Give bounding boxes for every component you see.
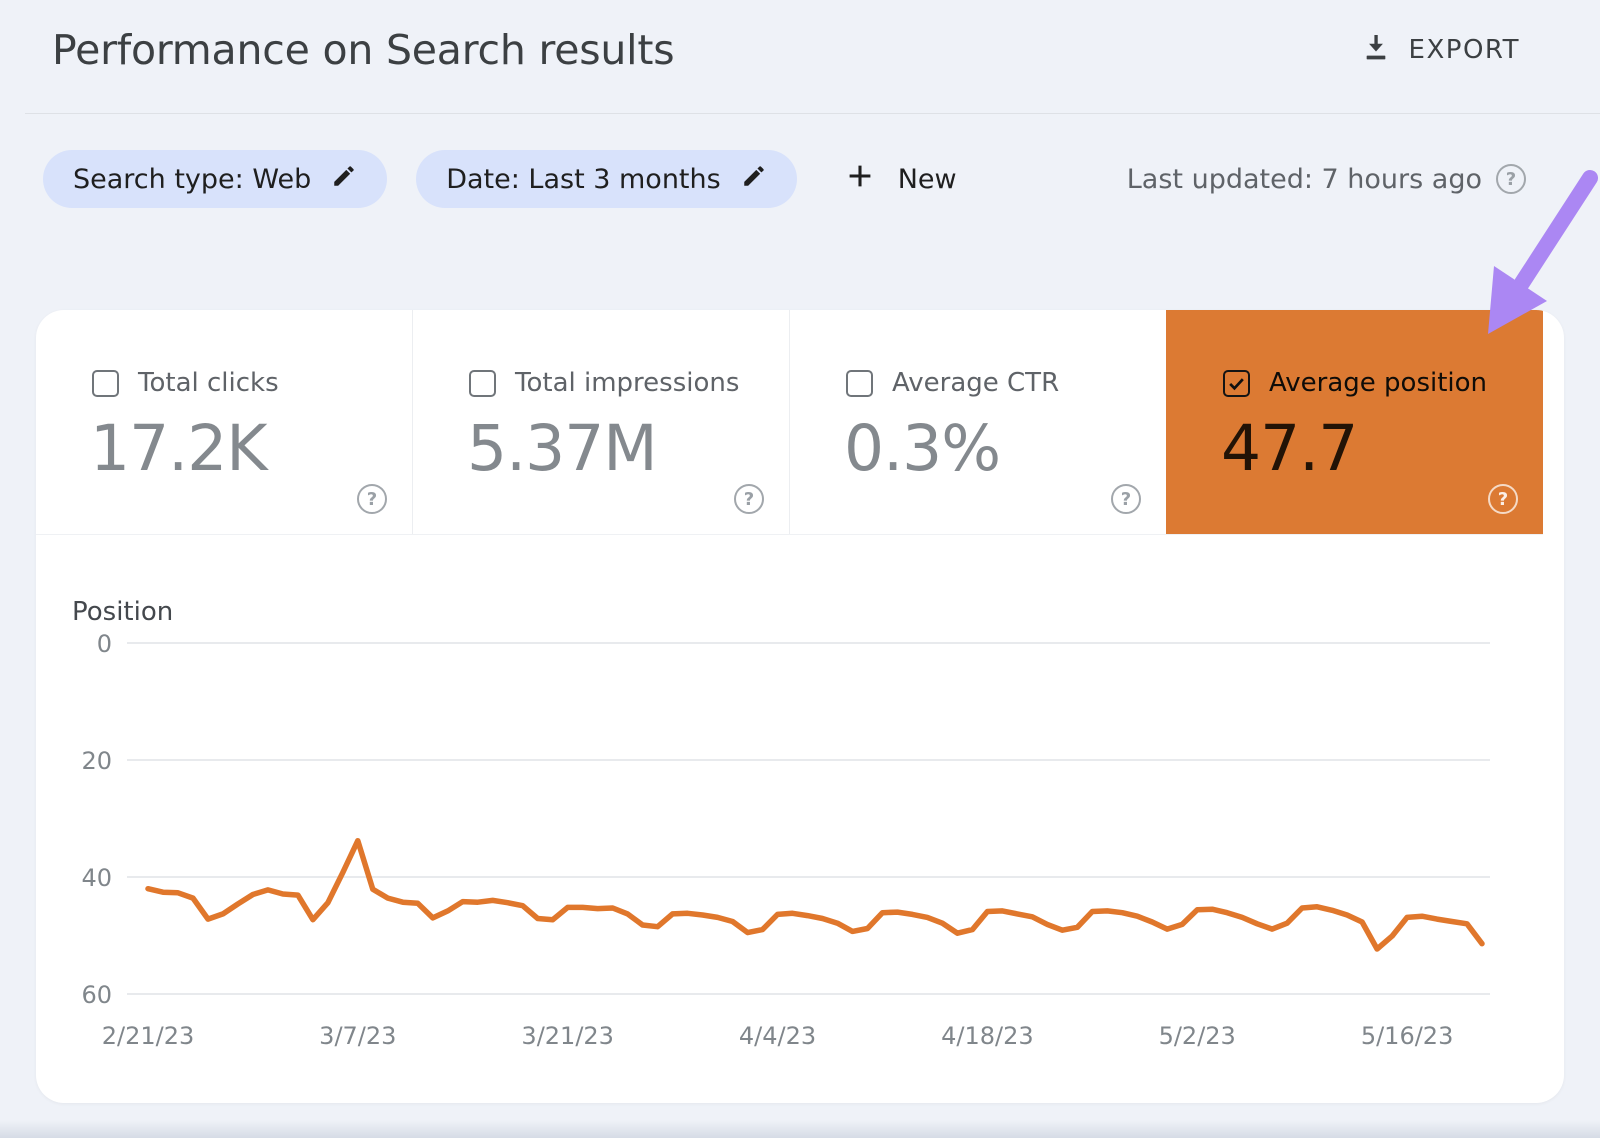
svg-text:5/2/23: 5/2/23 (1159, 1022, 1236, 1050)
help-icon[interactable]: ? (1111, 484, 1141, 514)
metric-value: 17.2K (90, 412, 268, 485)
check-icon (1229, 377, 1244, 390)
performance-card: Total clicks 17.2K ? Total impressions 5… (36, 310, 1564, 1103)
metric-tile-average-position[interactable]: Average position 47.7 ? (1166, 310, 1543, 534)
svg-text:4/4/23: 4/4/23 (739, 1022, 816, 1050)
svg-text:3/7/23: 3/7/23 (319, 1022, 396, 1050)
metric-tiles-row: Total clicks 17.2K ? Total impressions 5… (36, 310, 1543, 535)
metric-label: Average CTR (892, 368, 1060, 398)
metric-value: 0.3% (844, 412, 1001, 485)
svg-text:3/21/23: 3/21/23 (521, 1022, 614, 1050)
last-updated: Last updated: 7 hours ago ? (1127, 164, 1526, 195)
svg-text:4/18/23: 4/18/23 (941, 1022, 1034, 1050)
header-divider (25, 113, 1600, 114)
plus-icon (844, 160, 876, 199)
svg-text:Position: Position (72, 597, 173, 627)
date-range-chip[interactable]: Date: Last 3 months (416, 150, 797, 208)
edit-pencil-icon[interactable] (741, 163, 767, 196)
metric-checkbox[interactable] (92, 369, 119, 397)
metric-label: Total impressions (515, 368, 740, 398)
bottom-fade (0, 1120, 1600, 1138)
position-chart: 0 20 40 60 Position 2/21/23 3/7/23 3/21/23 4/4/2… (36, 535, 1564, 1103)
help-icon[interactable]: ? (734, 484, 764, 514)
metric-checkbox[interactable] (846, 369, 873, 397)
metric-label: Total clicks (138, 368, 279, 398)
header: Performance on Search results EXPORT (52, 0, 1520, 100)
svg-text:60: 60 (81, 981, 112, 1009)
svg-text:2/21/23: 2/21/23 (102, 1022, 195, 1050)
export-label: EXPORT (1408, 35, 1520, 65)
new-filter-label: New (897, 163, 957, 195)
metric-value: 5.37M (467, 412, 658, 485)
export-button[interactable]: EXPORT (1360, 31, 1520, 70)
new-filter-button[interactable]: New (844, 160, 957, 199)
search-type-chip[interactable]: Search type: Web (43, 150, 388, 208)
last-updated-text: Last updated: 7 hours ago (1126, 163, 1482, 195)
svg-text:40: 40 (81, 864, 112, 892)
date-range-chip-label: Date: Last 3 months (446, 163, 721, 195)
metric-tile-total-impressions[interactable]: Total impressions 5.37M ? (412, 310, 789, 534)
toolbar: Search type: Web Date: Last 3 months New… (43, 150, 1526, 208)
svg-text:0: 0 (97, 630, 112, 658)
search-type-chip-label: Search type: Web (73, 163, 312, 195)
edit-pencil-icon[interactable] (331, 163, 357, 196)
metric-value: 47.7 (1221, 412, 1358, 485)
help-icon[interactable]: ? (1496, 164, 1526, 194)
help-icon[interactable]: ? (357, 484, 387, 514)
svg-text:20: 20 (81, 747, 112, 775)
metric-checkbox[interactable] (469, 369, 496, 397)
position-line-chart: 0 20 40 60 Position 2/21/23 3/7/23 3/21/23 4/4/2… (72, 597, 1490, 1050)
metric-label: Average position (1269, 368, 1488, 398)
page-title: Performance on Search results (52, 26, 675, 74)
download-icon (1360, 31, 1392, 70)
metric-checkbox[interactable] (1223, 369, 1250, 397)
metric-tile-total-clicks[interactable]: Total clicks 17.2K ? (36, 310, 412, 534)
help-icon[interactable]: ? (1488, 484, 1518, 514)
arrow-shaft (1514, 170, 1598, 291)
metric-tile-average-ctr[interactable]: Average CTR 0.3% ? (789, 310, 1166, 534)
svg-text:5/16/23: 5/16/23 (1361, 1022, 1454, 1050)
